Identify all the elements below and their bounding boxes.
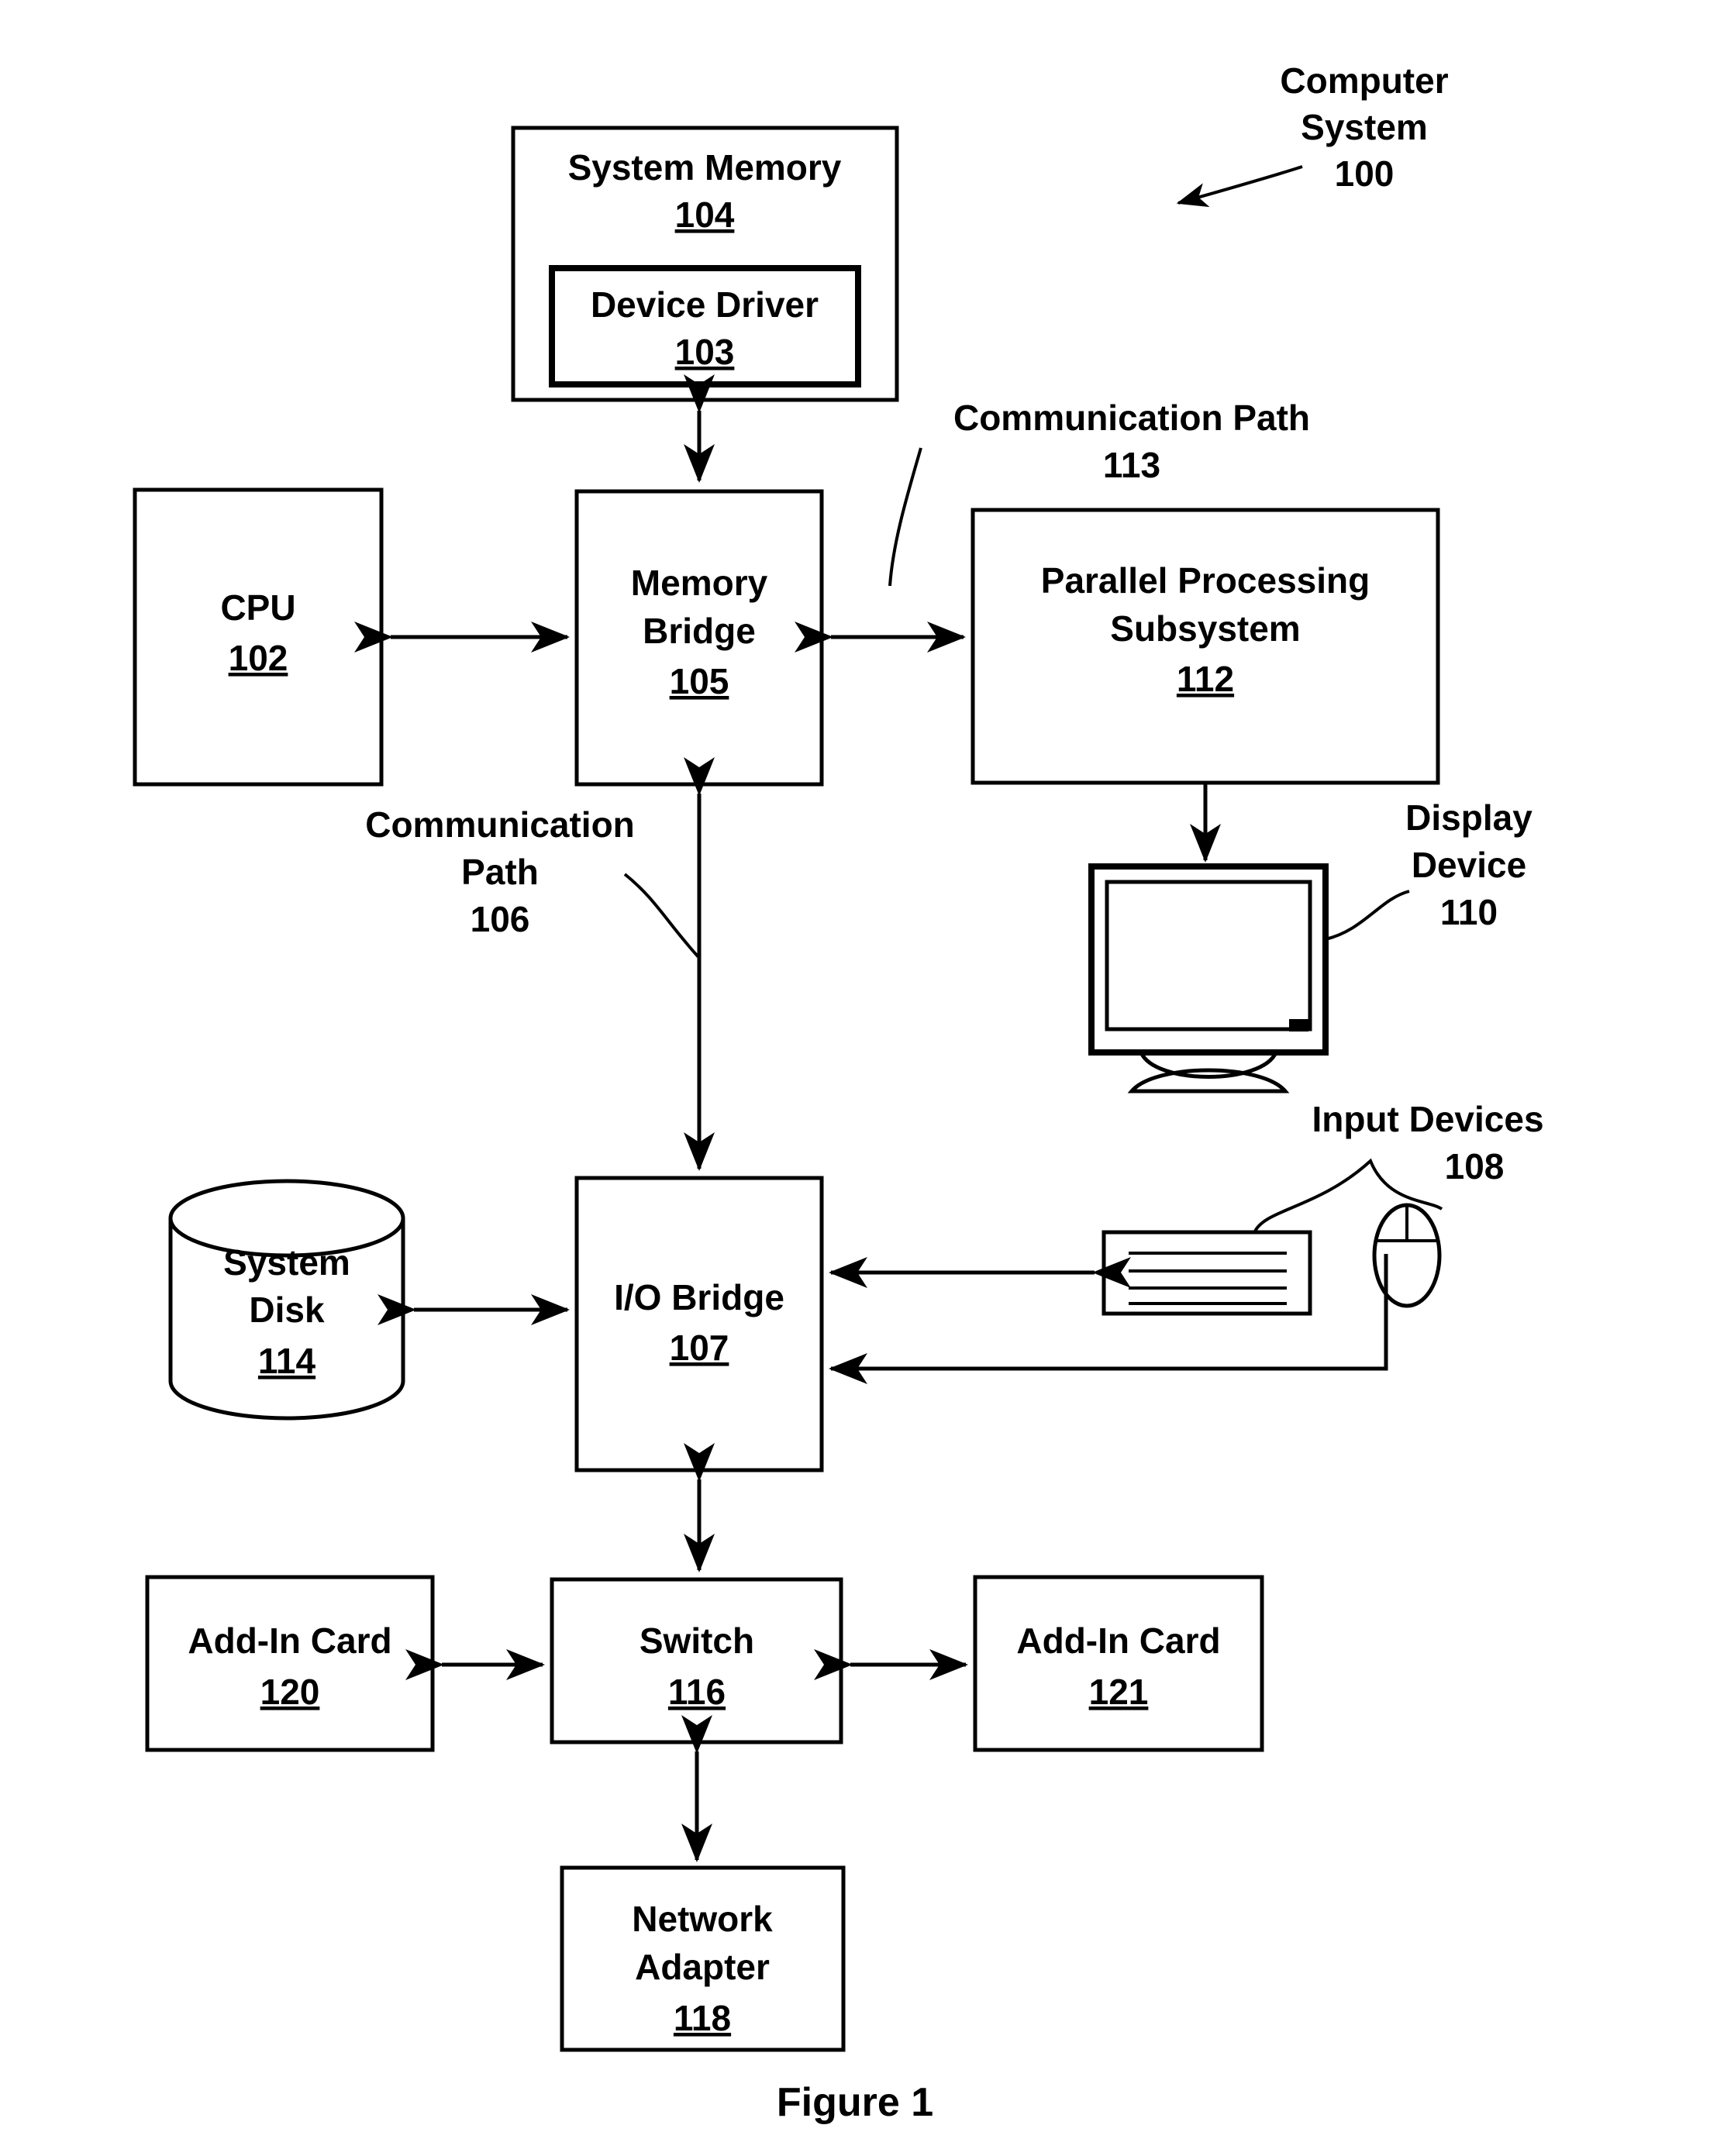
display-device-label-line2: Device (1412, 845, 1526, 885)
communication-path-106-annotation: Communication Path 106 (365, 804, 701, 959)
display-device-icon (1088, 863, 1329, 1093)
figure-caption: Figure 1 (777, 2080, 933, 2125)
communication-path-106-label-line1: Communication (365, 804, 635, 845)
system-disk-label-line1: System (223, 1242, 350, 1283)
switch-number: 116 (668, 1672, 726, 1712)
communication-path-113-leader (888, 447, 922, 587)
memory-bridge-number: 105 (670, 661, 729, 701)
io-bridge-number: 107 (670, 1328, 729, 1368)
network-adapter-label-line2: Adapter (635, 1947, 770, 1987)
add-in-card-120-block: Add-In Card 120 (145, 1575, 435, 1752)
display-device-label-line1: Display (1405, 797, 1532, 838)
system-disk-label-line2: Disk (249, 1290, 325, 1330)
cpu-number: 102 (229, 638, 288, 678)
io-bridge-block: I/O Bridge 107 (574, 1176, 824, 1472)
add-in-card-120-box (145, 1575, 435, 1752)
communication-path-106-number: 106 (471, 899, 530, 939)
input-devices-number: 108 (1445, 1146, 1505, 1186)
network-adapter-label-line1: Network (632, 1899, 773, 1939)
monitor-power-led (1289, 1019, 1308, 1032)
memory-bridge-label-line2: Bridge (643, 611, 756, 651)
monitor-screen (1105, 880, 1312, 1032)
input-devices-annotation: Input Devices 108 (1253, 1099, 1544, 1234)
network-adapter-number: 118 (674, 1998, 731, 2038)
display-device-annotation: Display Device 110 (1325, 797, 1532, 941)
switch-label: Switch (640, 1620, 754, 1661)
figure-1-diagram: Computer System 100 System Memory 104 De… (133, 60, 1544, 2125)
system-disk-icon: System Disk 114 (168, 1179, 405, 1421)
add-in-card-120-label: Add-In Card (188, 1620, 391, 1661)
keyboard-body (1102, 1230, 1312, 1316)
cpu-box (133, 487, 384, 787)
pps-label-line2: Subsystem (1110, 608, 1300, 649)
memory-bridge-block: Memory Bridge 105 (574, 489, 824, 787)
system-memory-label: System Memory (568, 147, 842, 188)
add-in-card-121-number: 121 (1089, 1672, 1149, 1712)
monitor-neck (1139, 1051, 1278, 1079)
system-memory-number: 104 (675, 195, 735, 235)
input-devices-brace-leader (1253, 1158, 1443, 1234)
io-bridge-label: I/O Bridge (614, 1277, 784, 1317)
computer-system-label-line2: System (1301, 107, 1428, 147)
communication-path-106-leader (623, 873, 701, 959)
io-bridge-box (574, 1176, 824, 1472)
add-in-card-120-number: 120 (260, 1672, 320, 1712)
add-in-card-121-label: Add-In Card (1016, 1620, 1220, 1661)
device-driver-label: Device Driver (591, 284, 819, 325)
device-driver-block: Device Driver 103 (549, 265, 861, 387)
cpu-label: CPU (220, 587, 295, 628)
keyboard-icon (1102, 1230, 1312, 1316)
pps-label-line1: Parallel Processing (1041, 560, 1370, 601)
system-memory-block: System Memory 104 Device Driver 103 (511, 126, 899, 402)
communication-path-106-label-line2: Path (461, 852, 539, 892)
communication-path-113-label: Communication Path (953, 398, 1310, 438)
cpu-block: CPU 102 (133, 487, 384, 787)
input-devices-label: Input Devices (1312, 1099, 1543, 1139)
add-in-card-121-block: Add-In Card 121 (973, 1575, 1264, 1752)
network-adapter-block: Network Adapter 118 (560, 1865, 846, 2052)
switch-block: Switch 116 (550, 1577, 843, 1744)
system-disk-number: 114 (258, 1341, 316, 1381)
switch-box (550, 1577, 843, 1744)
memory-bridge-label-line1: Memory (631, 563, 768, 603)
communication-path-113-number: 113 (1103, 445, 1160, 485)
device-driver-number: 103 (675, 332, 735, 372)
computer-system-leader-arrow (1176, 165, 1303, 208)
computer-system-annotation: Computer System 100 (1176, 60, 1449, 208)
monitor-base (1127, 1068, 1290, 1093)
display-device-number: 110 (1440, 892, 1498, 932)
computer-system-number: 100 (1335, 153, 1395, 194)
pps-number: 112 (1177, 659, 1234, 699)
computer-system-label-line1: Computer (1280, 60, 1448, 101)
display-device-leader (1325, 890, 1410, 941)
add-in-card-121-box (973, 1575, 1264, 1752)
parallel-processing-subsystem-block: Parallel Processing Subsystem 112 (970, 508, 1440, 785)
